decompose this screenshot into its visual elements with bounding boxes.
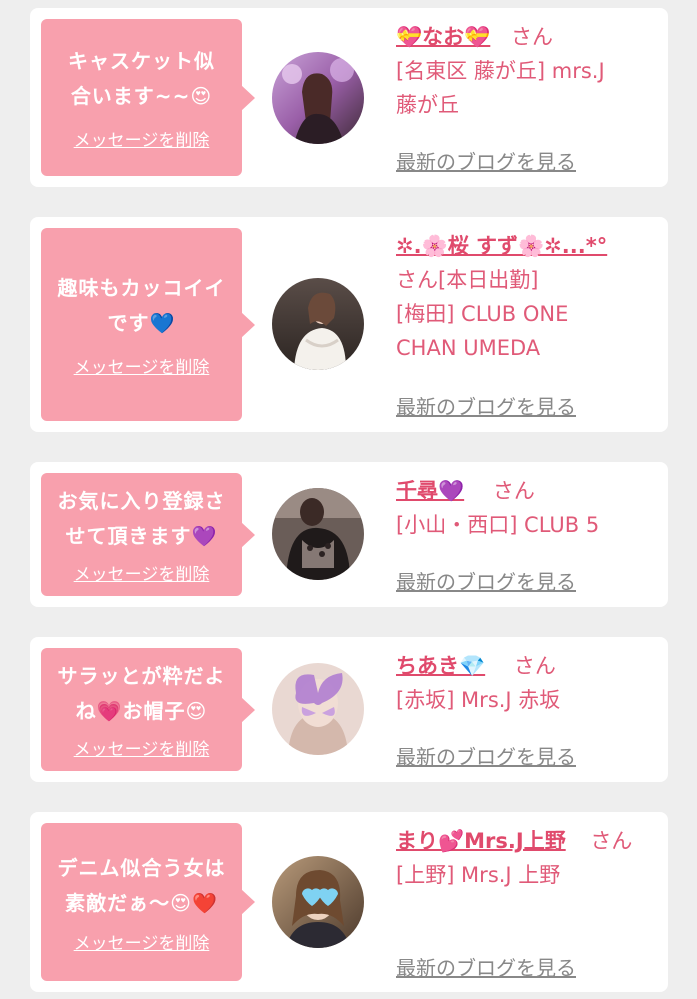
member-name-link[interactable]: ちあき💎 (396, 654, 485, 678)
shop-line: CHAN UMEDA (396, 336, 541, 360)
honorific: さん (492, 479, 535, 503)
latest-blog-link[interactable]: 最新のブログを見る (396, 566, 576, 595)
member-info: ✲.🌸桜 すず🌸✲...*° さん[本日出勤] [梅田] CLUB ONE CH… (396, 229, 658, 365)
shop-line: [名東区 藤が丘] mrs.J (396, 59, 605, 83)
delete-message-link[interactable]: メッセージを削除 (74, 735, 210, 760)
latest-blog-link[interactable]: 最新のブログを見る (396, 741, 576, 770)
list-item: サラッとが粋だよね💗お帽子😍 メッセージを削除 ちあき💎 さん [赤坂] Mrs… (30, 637, 668, 782)
name-suffix: さん[本日出勤] (396, 268, 539, 292)
member-info: 千尋💜 さん [小山・西口] CLUB 5 (396, 474, 658, 542)
message-bubble: お気に入り登録させて頂きます💜 メッセージを削除 (41, 473, 255, 596)
latest-blog-link[interactable]: 最新のブログを見る (396, 952, 576, 981)
shop-line: 藤が丘 (396, 93, 459, 117)
avatar[interactable] (272, 52, 364, 144)
message-text: 趣味もカッコイイです💙 (57, 276, 226, 335)
avatar[interactable] (272, 278, 364, 370)
delete-message-link[interactable]: メッセージを削除 (74, 560, 210, 585)
member-name-link[interactable]: ✲.🌸桜 すず🌸✲...*° (396, 234, 607, 258)
honorific: さん (513, 654, 556, 678)
woman-photo-purple-icon (272, 52, 364, 144)
woman-photo-white-dress-icon (272, 278, 364, 370)
woman-photo-butterfly-icon (272, 663, 364, 755)
latest-blog-link[interactable]: 最新のブログを見る (396, 146, 576, 175)
message-text: キャスケット似合います~~😍 (68, 49, 215, 108)
avatar[interactable] (272, 488, 364, 580)
shop-line: [上野] Mrs.J 上野 (396, 863, 561, 887)
message-text: お気に入り登録させて頂きます💜 (57, 489, 226, 548)
member-name-link[interactable]: 千尋💜 (396, 479, 464, 503)
delete-message-link[interactable]: メッセージを削除 (74, 126, 210, 151)
list-item: お気に入り登録させて頂きます💜 メッセージを削除 千尋💜 さん [小山・西口] … (30, 462, 668, 607)
honorific: さん (510, 25, 553, 49)
woman-photo-black-lace-icon (272, 488, 364, 580)
list-item: 趣味もカッコイイです💙 メッセージを削除 ✲.🌸桜 すず🌸✲...*° さん[本… (30, 217, 668, 432)
avatar[interactable] (272, 663, 364, 755)
avatar[interactable] (272, 856, 364, 948)
member-info: ちあき💎 さん [赤坂] Mrs.J 赤坂 (396, 649, 658, 717)
delete-message-link[interactable]: メッセージを削除 (74, 353, 210, 378)
member-info: まり💕Mrs.J上野 さん [上野] Mrs.J 上野 (396, 824, 658, 892)
honorific: さん (590, 829, 633, 853)
message-bubble: キャスケット似合います~~😍 メッセージを削除 (41, 19, 255, 176)
latest-blog-link[interactable]: 最新のブログを見る (396, 391, 576, 420)
message-bubble: デニム似合う女は素敵だぁ～😍❤️ メッセージを削除 (41, 823, 255, 981)
member-name-link[interactable]: 💝なお💝 (396, 25, 490, 49)
member-info: 💝なお💝 さん [名東区 藤が丘] mrs.J 藤が丘 (396, 20, 658, 122)
list-item: キャスケット似合います~~😍 メッセージを削除 💝なお💝 さん [名東区 藤が丘… (30, 8, 668, 187)
shop-line: [梅田] CLUB ONE (396, 302, 569, 326)
member-name-link[interactable]: まり💕Mrs.J上野 (396, 829, 566, 853)
shop-line: [小山・西口] CLUB 5 (396, 513, 600, 537)
message-bubble: 趣味もカッコイイです💙 メッセージを削除 (41, 228, 255, 421)
list-item: デニム似合う女は素敵だぁ～😍❤️ メッセージを削除 まり💕Mrs.J上野 さん … (30, 812, 668, 992)
shop-line: [赤坂] Mrs.J 赤坂 (396, 688, 561, 712)
message-list: キャスケット似合います~~😍 メッセージを削除 💝なお💝 さん [名東区 藤が丘… (0, 0, 697, 999)
message-bubble: サラッとが粋だよね💗お帽子😍 メッセージを削除 (41, 648, 255, 771)
message-text: デニム似合う女は素敵だぁ～😍❤️ (57, 855, 226, 915)
delete-message-link[interactable]: メッセージを削除 (74, 929, 210, 954)
woman-photo-hearts-icon (272, 856, 364, 948)
message-text: サラッとが粋だよね💗お帽子😍 (57, 664, 226, 723)
